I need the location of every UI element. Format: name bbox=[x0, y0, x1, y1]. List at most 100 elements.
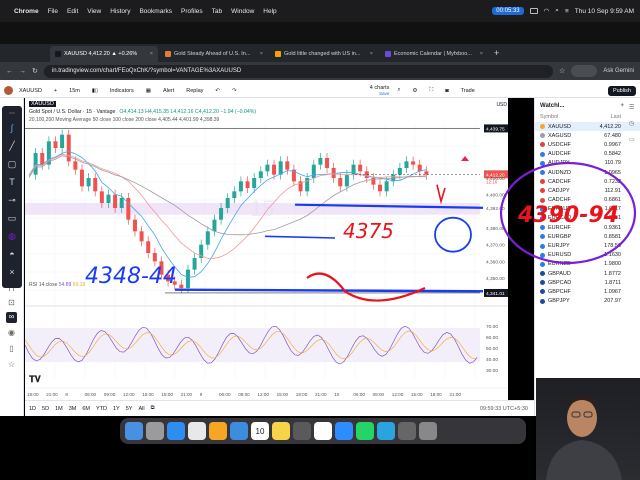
undo-icon[interactable]: ↶ bbox=[215, 88, 220, 94]
new-tab-icon[interactable]: + bbox=[494, 48, 499, 58]
candle[interactable] bbox=[265, 164, 270, 172]
tab-gold-little-changed[interactable]: Gold little changed with US in... × bbox=[270, 46, 378, 62]
watchlist-row[interactable]: AUDCHF 0.5842 bbox=[535, 150, 640, 159]
calculator-icon[interactable] bbox=[293, 422, 311, 440]
highlighter-icon[interactable]: ◓ bbox=[6, 248, 18, 260]
candle[interactable] bbox=[185, 269, 190, 288]
alerts-clock-icon[interactable]: ◷ bbox=[629, 120, 634, 127]
safari-icon[interactable] bbox=[167, 422, 185, 440]
eraser-icon[interactable]: ⊸ bbox=[6, 194, 18, 206]
lock-icon[interactable]: ⊡ bbox=[6, 298, 17, 309]
symbol-search-button[interactable]: XAUUSD bbox=[19, 88, 42, 94]
publish-button[interactable]: Publish bbox=[607, 85, 636, 96]
watchlist-row[interactable]: XAGUSD 67.480 bbox=[535, 131, 640, 140]
templates-icon[interactable]: ▦ bbox=[146, 88, 151, 94]
candle-type-icon[interactable]: ▮▯ bbox=[92, 88, 98, 94]
candle[interactable] bbox=[146, 241, 151, 253]
reload-icon[interactable]: ↻ bbox=[32, 67, 38, 75]
close-panel-icon[interactable]: × bbox=[6, 266, 18, 278]
watchlist-title[interactable]: Watchl... + bbox=[535, 98, 640, 114]
chart-title[interactable]: Gold Spot / U.S. Dollar · 15 · Vantage bbox=[29, 109, 115, 115]
replay-button[interactable]: Replay bbox=[186, 88, 203, 94]
candle[interactable] bbox=[384, 181, 389, 192]
reminders-icon[interactable] bbox=[314, 422, 332, 440]
watchlist-row[interactable]: EURAUD 1.6117 bbox=[535, 205, 640, 214]
candle[interactable] bbox=[79, 169, 84, 187]
indicators-button[interactable]: Indicators bbox=[110, 88, 134, 94]
watchlist-row[interactable]: CADCHF 0.6861 bbox=[535, 196, 640, 205]
candle[interactable] bbox=[152, 253, 157, 262]
rsi-legend[interactable]: RSI 14 close 54.89 59.18 bbox=[29, 282, 85, 288]
candle[interactable] bbox=[232, 191, 237, 198]
interval-button[interactable]: 15m bbox=[69, 88, 80, 94]
line-icon[interactable]: ╱ bbox=[6, 140, 18, 152]
candle[interactable] bbox=[60, 134, 65, 148]
trade-button[interactable]: Trade bbox=[461, 88, 475, 94]
rectangle-icon[interactable]: ▢ bbox=[6, 158, 18, 170]
forward-icon[interactable]: → bbox=[19, 68, 26, 75]
date-range-icon[interactable]: ⧉ bbox=[151, 405, 155, 412]
timeframe-all[interactable]: All bbox=[138, 406, 144, 412]
watchlist-row[interactable]: GBPAUD 1.8772 bbox=[535, 269, 640, 278]
candle[interactable] bbox=[40, 153, 45, 165]
photos-icon[interactable] bbox=[209, 422, 227, 440]
color-picker-icon[interactable]: ◍ bbox=[6, 230, 18, 242]
launchpad-icon[interactable] bbox=[146, 422, 164, 440]
avatar[interactable] bbox=[4, 86, 13, 95]
menu-view[interactable]: View bbox=[87, 8, 101, 15]
candle[interactable] bbox=[33, 153, 38, 175]
timeframe-1d[interactable]: 1D bbox=[29, 406, 36, 412]
timeframe-5d[interactable]: 5D bbox=[42, 406, 49, 412]
candle[interactable] bbox=[205, 231, 210, 245]
trash-icon[interactable] bbox=[419, 422, 437, 440]
watchlist-row[interactable]: EURJPY 178.56 bbox=[535, 241, 640, 250]
candle[interactable] bbox=[272, 164, 277, 175]
col-symbol[interactable]: Symbol bbox=[540, 114, 558, 122]
tab-gold-steady[interactable]: Gold Steady Ahead of U.S. In... × bbox=[160, 46, 268, 62]
watchlist-icon[interactable]: ☰ bbox=[629, 104, 634, 111]
candle[interactable] bbox=[344, 174, 349, 187]
close-tab-icon[interactable]: × bbox=[370, 51, 373, 57]
trash-icon[interactable]: ▯ bbox=[6, 344, 17, 355]
candle[interactable] bbox=[325, 158, 330, 168]
candle[interactable] bbox=[397, 168, 402, 175]
candle[interactable] bbox=[113, 194, 118, 208]
url-field[interactable]: in.tradingview.com/chart/FEoQxChK/?symbo… bbox=[43, 64, 554, 78]
line-width-icon[interactable]: ▭ bbox=[6, 212, 18, 224]
close-tab-icon[interactable]: × bbox=[480, 51, 483, 57]
candle[interactable] bbox=[311, 164, 316, 178]
candle[interactable] bbox=[86, 178, 91, 187]
menubar-datetime[interactable]: Thu 10 Sep 9:59 AM bbox=[575, 8, 634, 15]
candle[interactable] bbox=[258, 171, 263, 178]
candle[interactable] bbox=[53, 141, 58, 148]
candle[interactable] bbox=[364, 171, 369, 178]
moving-average-legend[interactable]: 20,100,200 Moving Average 50 close 100 c… bbox=[29, 117, 219, 123]
timeframe-5y[interactable]: 5Y bbox=[126, 406, 133, 412]
menu-history[interactable]: History bbox=[110, 8, 130, 15]
search-icon[interactable]: ⌕ bbox=[555, 7, 559, 15]
menu-edit[interactable]: Edit bbox=[67, 8, 78, 15]
candle[interactable] bbox=[106, 194, 111, 203]
redo-icon[interactable]: ↷ bbox=[232, 88, 237, 94]
watchlist-row[interactable]: EURNZD 1.9800 bbox=[535, 260, 640, 269]
watchlist-row[interactable]: EURUSD 1.1630 bbox=[535, 251, 640, 260]
watchlist-row[interactable]: AUDNZD 1.0965 bbox=[535, 168, 640, 177]
candle[interactable] bbox=[338, 178, 343, 187]
tab-xauusd[interactable]: XAUUSD 4,412.20 ▲ +0.26% × bbox=[50, 46, 158, 62]
timeframe-ytd[interactable]: YTD bbox=[96, 406, 107, 412]
bookmark-star-icon[interactable]: ☆ bbox=[559, 67, 565, 75]
col-last[interactable]: Last bbox=[611, 114, 621, 122]
watchlist-row[interactable]: AUDJPY 110.79 bbox=[535, 159, 640, 168]
price-chart[interactable]: 154348-444375USD4,439.754,412.204,410.00… bbox=[25, 98, 508, 400]
search-icon[interactable]: ⌕ bbox=[397, 87, 400, 94]
profile-pill[interactable] bbox=[571, 65, 598, 77]
menu-window[interactable]: Window bbox=[231, 8, 254, 15]
pen-icon[interactable]: ∫ bbox=[6, 122, 18, 134]
chrome-icon[interactable] bbox=[188, 422, 206, 440]
layout-button[interactable]: 4 charts Save bbox=[370, 85, 390, 96]
close-tab-icon[interactable]: × bbox=[150, 51, 153, 57]
battery-icon[interactable] bbox=[529, 8, 538, 14]
camera-icon[interactable]: ◙ bbox=[445, 88, 448, 94]
candle[interactable] bbox=[225, 198, 230, 208]
menu-chrome[interactable]: Chrome bbox=[14, 8, 39, 15]
